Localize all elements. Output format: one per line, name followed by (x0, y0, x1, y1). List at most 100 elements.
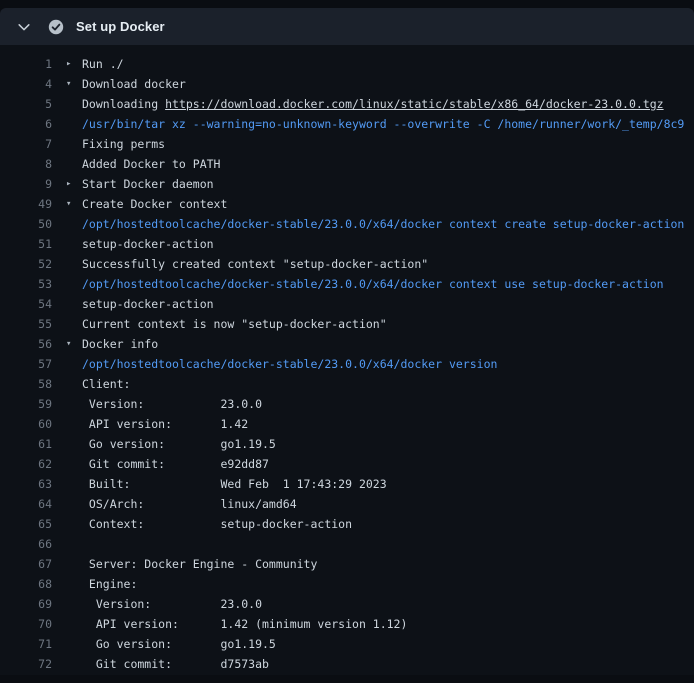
group-title: Download docker (82, 74, 186, 94)
line-number[interactable]: 55 (0, 314, 52, 334)
line-number[interactable]: 6 (0, 114, 52, 134)
line-number[interactable]: 61 (0, 434, 52, 454)
log-text: Engine: (82, 574, 137, 594)
log-text: Current context is now "setup-docker-act… (82, 314, 387, 334)
line-number[interactable]: 4 (0, 74, 52, 94)
arrow-spacer (66, 634, 82, 654)
log-line: 69 Version: 23.0.0 (0, 594, 694, 614)
download-url-link[interactable]: https://download.docker.com/linux/static… (165, 97, 664, 111)
line-number[interactable]: 58 (0, 374, 52, 394)
log-line: 65 Context: setup-docker-action (0, 514, 694, 534)
log-text: Context: setup-docker-action (82, 514, 352, 534)
line-number[interactable]: 70 (0, 614, 52, 634)
arrow-spacer (66, 394, 82, 414)
group-title: Start Docker daemon (82, 174, 214, 194)
line-number[interactable]: 69 (0, 594, 52, 614)
line-number[interactable]: 68 (0, 574, 52, 594)
line-number[interactable]: 1 (0, 54, 52, 74)
group-title: Create Docker context (82, 194, 227, 214)
group-expanded-icon[interactable]: ▾ (66, 334, 82, 354)
log-text: Fixing perms (82, 134, 165, 154)
command-text: /opt/hostedtoolcache/docker-stable/23.0.… (82, 354, 497, 374)
arrow-spacer (66, 594, 82, 614)
line-number[interactable]: 63 (0, 474, 52, 494)
group-collapsed-icon[interactable]: ▸ (66, 54, 82, 74)
log-group-row[interactable]: 9 ▸Start Docker daemon (0, 174, 694, 194)
line-number[interactable]: 8 (0, 154, 52, 174)
log-text: API version: 1.42 (minimum version 1.12) (82, 614, 407, 634)
line-number[interactable]: 51 (0, 234, 52, 254)
command-text: /opt/hostedtoolcache/docker-stable/23.0.… (82, 274, 664, 294)
line-number[interactable]: 49 (0, 194, 52, 214)
line-number[interactable]: 56 (0, 334, 52, 354)
log-text: setup-docker-action (82, 294, 214, 314)
line-number[interactable]: 60 (0, 414, 52, 434)
arrow-spacer (66, 554, 82, 574)
arrow-spacer (66, 254, 82, 274)
log-line: 66 (0, 534, 694, 554)
group-expanded-icon[interactable]: ▾ (66, 74, 82, 94)
arrow-spacer (66, 274, 82, 294)
log-group-row[interactable]: 1▸Run ./ (0, 54, 694, 74)
line-number[interactable]: 72 (0, 654, 52, 674)
arrow-spacer (66, 474, 82, 494)
arrow-spacer (66, 114, 82, 134)
log-line: 62 Git commit: e92dd87 (0, 454, 694, 474)
line-number[interactable]: 9 (0, 174, 52, 194)
log-line: 51setup-docker-action (0, 234, 694, 254)
group-title: Docker info (82, 334, 158, 354)
group-collapsed-icon[interactable]: ▸ (66, 174, 82, 194)
log-line: 70 API version: 1.42 (minimum version 1.… (0, 614, 694, 634)
log-group-row[interactable]: 56 ▾Docker info (0, 334, 694, 354)
log-line: 61 Go version: go1.19.5 (0, 434, 694, 454)
log-text: Git commit: e92dd87 (82, 454, 269, 474)
line-number[interactable]: 66 (0, 534, 52, 554)
line-number[interactable]: 54 (0, 294, 52, 314)
arrow-spacer (66, 154, 82, 174)
log-text: Version: 23.0.0 (82, 394, 262, 414)
check-circle-icon (46, 17, 66, 37)
log-line: 52Successfully created context "setup-do… (0, 254, 694, 274)
line-number[interactable]: 59 (0, 394, 52, 414)
log-line: 67 Server: Docker Engine - Community (0, 554, 694, 574)
arrow-spacer (66, 574, 82, 594)
line-number[interactable]: 57 (0, 354, 52, 374)
log-line: 71 Go version: go1.19.5 (0, 634, 694, 654)
log-line: 55 Current context is now "setup-docker-a… (0, 314, 694, 334)
arrow-spacer (66, 434, 82, 454)
log-text: Go version: go1.19.5 (82, 434, 276, 454)
arrow-spacer (66, 654, 82, 674)
log-line: 54 setup-docker-action (0, 294, 694, 314)
line-number[interactable]: 67 (0, 554, 52, 574)
log-group-row[interactable]: 49 ▾Create Docker context (0, 194, 694, 214)
group-expanded-icon[interactable]: ▾ (66, 194, 82, 214)
chevron-down-icon[interactable] (12, 15, 36, 39)
arrow-spacer (66, 494, 82, 514)
line-number[interactable]: 53 (0, 274, 52, 294)
line-number[interactable]: 5 (0, 94, 52, 114)
log-line: 7 Fixing perms (0, 134, 694, 154)
log-line: 72 Git commit: d7573ab (0, 654, 694, 674)
arrow-spacer (66, 234, 82, 254)
log-line: 6/usr/bin/tar xz --warning=no-unknown-ke… (0, 114, 694, 134)
arrow-spacer (66, 134, 82, 154)
log-line: 63 Built: Wed Feb 1 17:43:29 2023 (0, 474, 694, 494)
log-line: 68 Engine: (0, 574, 694, 594)
step-header[interactable]: Set up Docker (0, 8, 694, 45)
log-group-row[interactable]: 4 ▾Download docker (0, 74, 694, 94)
step-title: Set up Docker (76, 19, 165, 34)
log-line: 57/opt/hostedtoolcache/docker-stable/23.… (0, 354, 694, 374)
line-number[interactable]: 52 (0, 254, 52, 274)
line-number[interactable]: 7 (0, 134, 52, 154)
arrow-spacer (66, 534, 82, 554)
line-number[interactable]: 62 (0, 454, 52, 474)
log-line: 50/opt/hostedtoolcache/docker-stable/23.… (0, 214, 694, 234)
line-number[interactable]: 71 (0, 634, 52, 654)
line-number[interactable]: 50 (0, 214, 52, 234)
line-number[interactable]: 65 (0, 514, 52, 534)
arrow-spacer (66, 514, 82, 534)
line-number[interactable]: 64 (0, 494, 52, 514)
arrow-spacer (66, 214, 82, 234)
arrow-spacer (66, 94, 82, 114)
log-text: Added Docker to PATH (82, 154, 220, 174)
